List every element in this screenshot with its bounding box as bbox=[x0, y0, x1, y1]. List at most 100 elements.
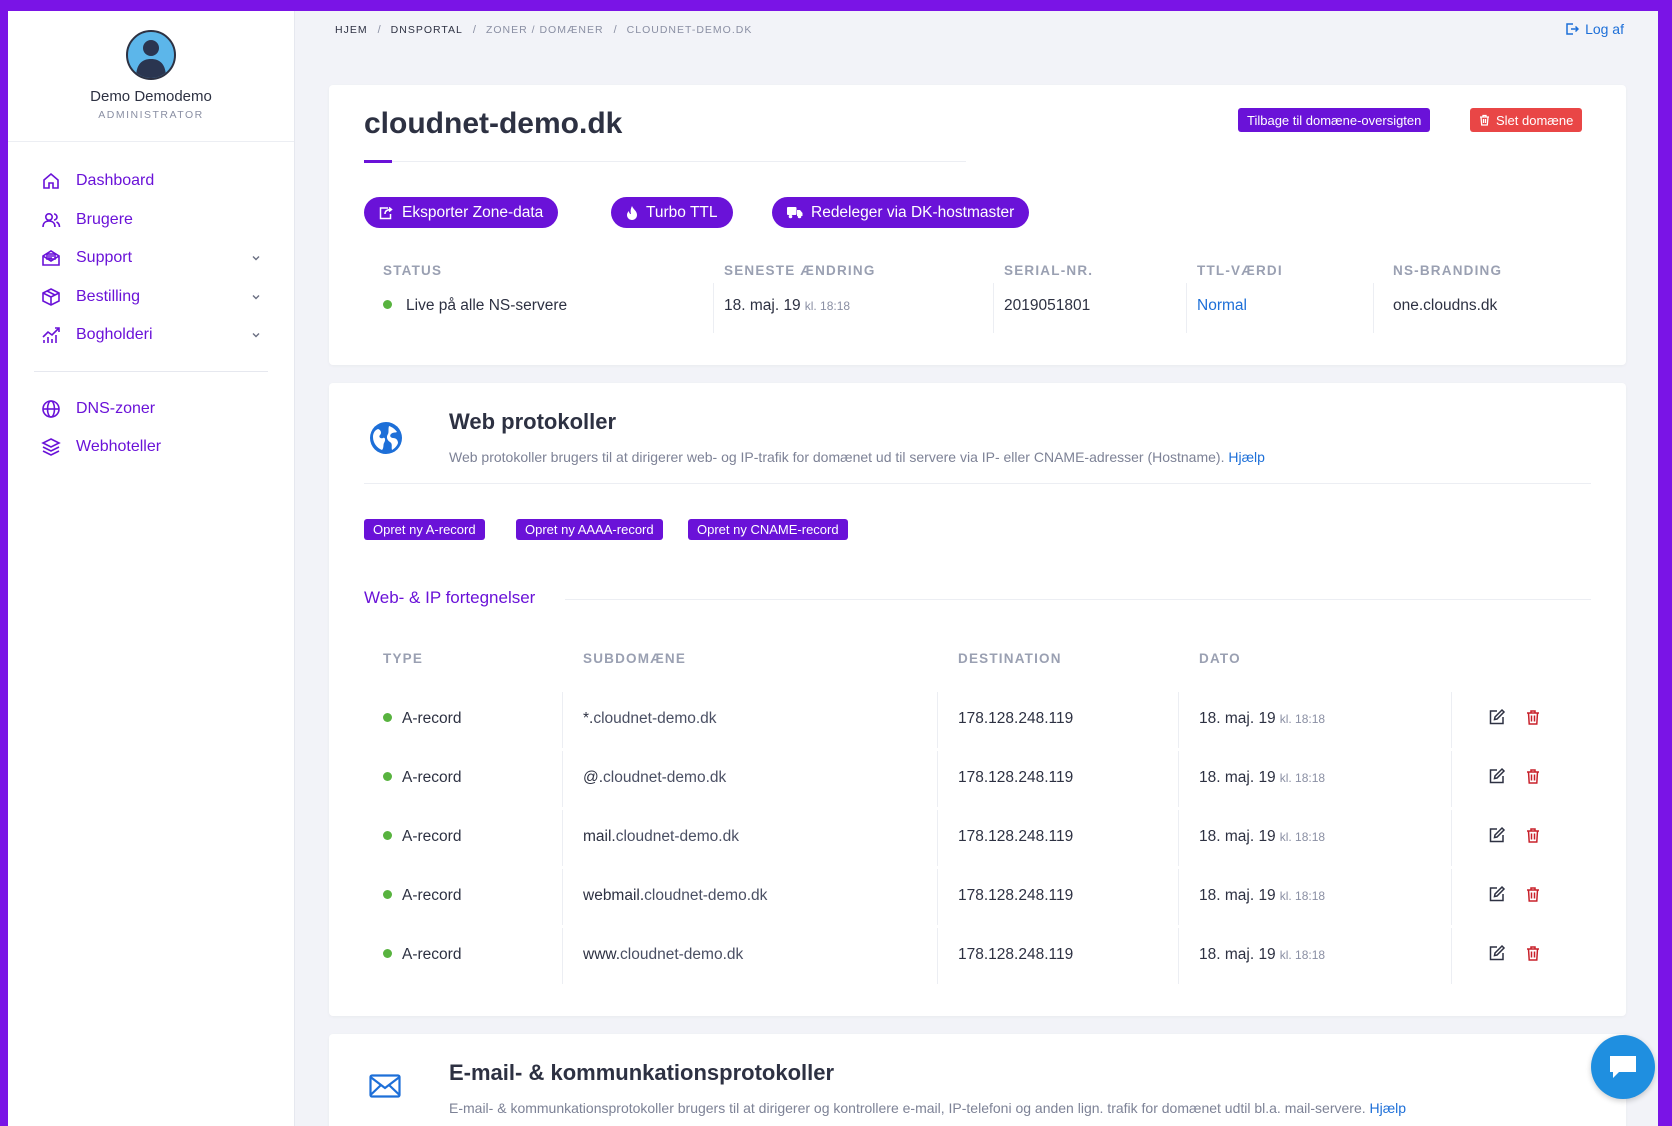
records-title-divider bbox=[565, 599, 1591, 600]
chat-button[interactable] bbox=[1591, 1035, 1655, 1099]
sidebar-item-bogholderi[interactable]: Bogholderi bbox=[8, 316, 294, 355]
record-date-text: 18. maj. 19 bbox=[1199, 828, 1276, 845]
record-subdomain: mail.cloudnet-demo.dk bbox=[583, 828, 739, 846]
app-frame: Demo Demodemo ADMINISTRATOR Dashboard Br… bbox=[8, 11, 1658, 1126]
sidebar-item-dashboard[interactable]: Dashboard bbox=[8, 162, 294, 201]
title-accent bbox=[364, 160, 392, 163]
sidebar-item-label: Bogholderi bbox=[76, 326, 153, 344]
back-to-overview-button[interactable]: Tilbage til domæne-oversigten bbox=[1238, 108, 1431, 132]
sidebar-item-label: DNS-zoner bbox=[76, 399, 156, 417]
type-header: TYPE bbox=[383, 651, 424, 666]
column-divider bbox=[937, 751, 938, 807]
user-name: Demo Demodemo bbox=[90, 88, 212, 105]
status-dot bbox=[383, 831, 392, 841]
column-divider bbox=[1186, 283, 1187, 333]
web-protocols-description-text: Web protokoller brugers til at dirigerer… bbox=[449, 449, 1225, 465]
edit-icon[interactable] bbox=[1488, 826, 1506, 844]
record-destination: 178.128.248.119 bbox=[958, 887, 1074, 904]
edit-icon[interactable] bbox=[1488, 708, 1506, 726]
sidebar-item-bestilling[interactable]: Bestilling bbox=[8, 278, 294, 317]
ttl-value-link[interactable]: Normal bbox=[1197, 297, 1247, 315]
trash-icon[interactable] bbox=[1524, 826, 1542, 844]
trash-icon[interactable] bbox=[1524, 944, 1542, 962]
table-row: A-record www.cloudnet-demo.dk 178.128.248.… bbox=[364, 926, 1591, 985]
home-icon bbox=[40, 170, 62, 192]
edit-icon[interactable] bbox=[1488, 944, 1506, 962]
sidebar-item-label: Dashboard bbox=[76, 172, 155, 190]
column-divider bbox=[937, 928, 938, 984]
truck-icon bbox=[787, 207, 803, 219]
record-type: A-record bbox=[383, 828, 461, 846]
create-a-record-button[interactable]: Opret ny A-record bbox=[364, 519, 485, 540]
record-type-text: A-record bbox=[402, 946, 462, 963]
record-subdomain: *.cloudnet-demo.dk bbox=[583, 710, 717, 728]
help-link[interactable]: Hjælp bbox=[1370, 1100, 1407, 1116]
subdomain-prefix: *. bbox=[583, 710, 594, 727]
status-header: STATUS bbox=[383, 263, 443, 278]
email-protocols-description-text: E-mail- & kommunkationsprotokoller bruge… bbox=[449, 1100, 1366, 1116]
record-type-text: A-record bbox=[402, 828, 462, 845]
record-destination: 178.128.248.119 bbox=[958, 946, 1074, 963]
record-subdomain: www.cloudnet-demo.dk bbox=[583, 946, 743, 964]
column-divider bbox=[993, 283, 994, 333]
subdomain-prefix: webmail. bbox=[583, 887, 645, 904]
user-role: ADMINISTRATOR bbox=[98, 109, 204, 121]
create-aaaa-record-button[interactable]: Opret ny AAAA-record bbox=[516, 519, 663, 540]
trash-icon[interactable] bbox=[1524, 708, 1542, 726]
email-protocols-description: E-mail- & kommunkationsprotokoller bruge… bbox=[449, 1100, 1406, 1116]
record-date-text: 18. maj. 19 bbox=[1199, 887, 1276, 904]
export-zone-button[interactable]: Eksporter Zone-data bbox=[364, 197, 559, 228]
record-date: 18. maj. 19 kl. 18:18 bbox=[1199, 710, 1325, 728]
status-dot bbox=[383, 890, 392, 900]
breadcrumb-item-zones[interactable]: ZONER / DOMÆNER bbox=[486, 24, 604, 36]
subdomain-domain: cloudnet-demo.dk bbox=[615, 828, 739, 845]
edit-icon[interactable] bbox=[1488, 885, 1506, 903]
sidebar-item-label: Bestilling bbox=[76, 287, 141, 305]
status-dot bbox=[383, 713, 392, 723]
table-row: A-record webmail.cloudnet-demo.dk 178.128.… bbox=[364, 867, 1591, 926]
web-protocols-title: Web protokoller bbox=[449, 409, 617, 434]
breadcrumb: HJEM / DNSPORTAL / ZONER / DOMÆNER / CLO… bbox=[295, 11, 1658, 49]
record-time-text: kl. 18:18 bbox=[1279, 830, 1326, 844]
avatar[interactable] bbox=[126, 30, 176, 80]
chevron-down-icon bbox=[252, 256, 260, 261]
column-divider bbox=[562, 928, 563, 984]
logout-label: Log af bbox=[1585, 21, 1624, 37]
column-divider bbox=[1178, 692, 1179, 748]
column-divider bbox=[937, 869, 938, 925]
record-time-text: kl. 18:18 bbox=[1279, 712, 1326, 726]
email-protocols-card: E-mail- & kommunkationsprotokoller E-mai… bbox=[329, 1034, 1626, 1126]
sidebar-item-brugere[interactable]: Brugere bbox=[8, 201, 294, 240]
section-divider bbox=[364, 483, 1591, 484]
trash-icon[interactable] bbox=[1524, 767, 1542, 785]
table-row: A-record *.cloudnet-demo.dk 178.128.248.11… bbox=[364, 690, 1591, 749]
sidebar-item-label: Brugere bbox=[76, 210, 133, 228]
column-divider bbox=[1451, 810, 1452, 866]
subdomain-domain: cloudnet-demo.dk bbox=[644, 887, 768, 904]
edit-icon[interactable] bbox=[1488, 767, 1506, 785]
sidebar-item-webhoteller[interactable]: Webhoteller bbox=[8, 428, 294, 467]
chevron-down-icon bbox=[252, 333, 260, 338]
column-divider bbox=[1178, 869, 1179, 925]
box-icon bbox=[40, 286, 62, 308]
table-row: A-record @.cloudnet-demo.dk 178.128.248.11… bbox=[364, 749, 1591, 808]
last-change-time: kl. 18:18 bbox=[804, 299, 851, 313]
breadcrumb-item-home[interactable]: HJEM bbox=[335, 24, 368, 36]
record-type: A-record bbox=[383, 710, 461, 728]
column-divider bbox=[1178, 810, 1179, 866]
record-time-text: kl. 18:18 bbox=[1279, 948, 1326, 962]
trash-icon[interactable] bbox=[1524, 885, 1542, 903]
help-link[interactable]: Hjælp bbox=[1228, 449, 1265, 465]
breadcrumb-item-dnsportal[interactable]: DNSPORTAL bbox=[391, 24, 463, 36]
sidebar-item-support[interactable]: Support bbox=[8, 239, 294, 278]
create-cname-record-button[interactable]: Opret ny CNAME-record bbox=[688, 519, 848, 540]
delete-domain-button[interactable]: Slet domæne bbox=[1470, 108, 1583, 132]
sidebar-item-dns-zoner[interactable]: DNS-zoner bbox=[8, 390, 294, 429]
logout-button[interactable]: Log af bbox=[1565, 21, 1624, 37]
record-type: A-record bbox=[383, 946, 461, 964]
redelegate-button[interactable]: Redeleger via DK-hostmaster bbox=[772, 197, 1030, 228]
globe-icon bbox=[370, 422, 402, 454]
turbo-ttl-button[interactable]: Turbo TTL bbox=[611, 197, 733, 228]
column-divider bbox=[562, 751, 563, 807]
record-date-text: 18. maj. 19 bbox=[1199, 710, 1276, 727]
